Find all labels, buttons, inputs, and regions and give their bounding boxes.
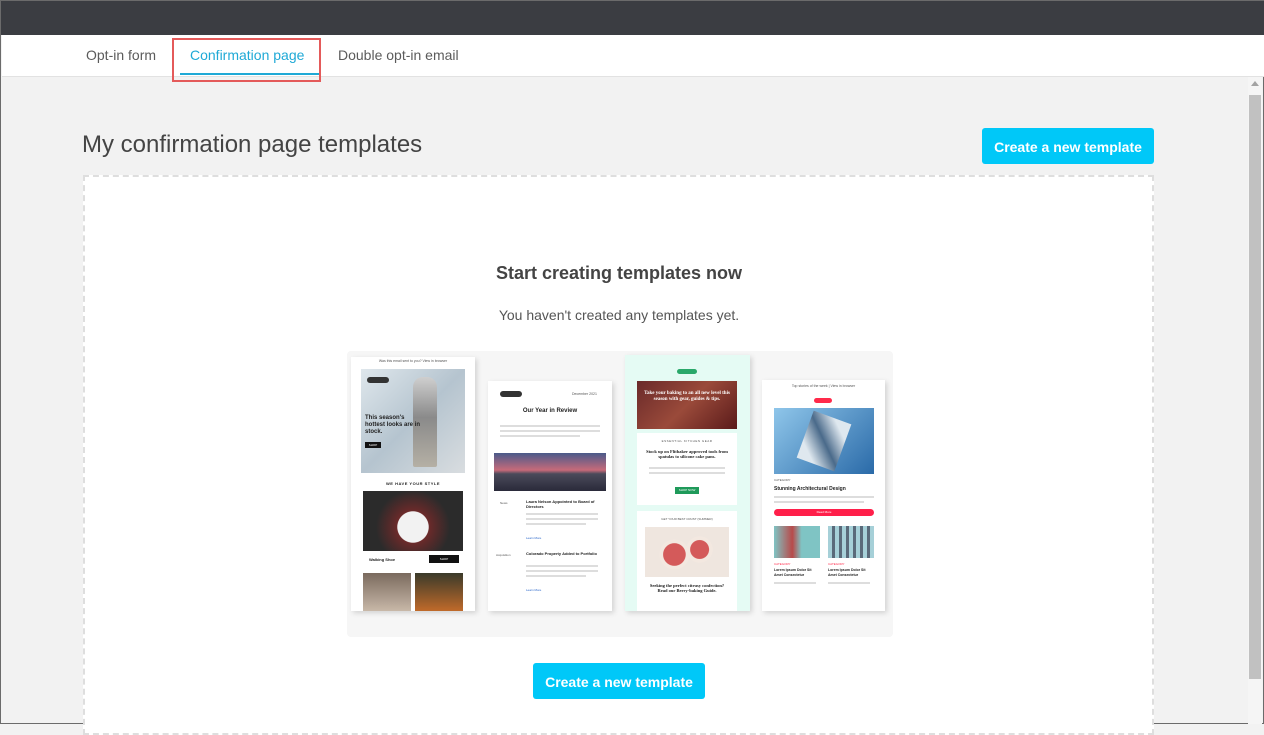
t4-top-note: Top stories of the week | View in browse… (791, 384, 856, 388)
t4-text-line (774, 501, 864, 503)
t1-product-name: Walking Shoe (369, 557, 396, 562)
t4-card1-image (774, 526, 820, 558)
app-topbar (1, 1, 1264, 35)
t4-text-line (774, 496, 874, 498)
t1-thumb-1 (363, 573, 411, 611)
tab-double-opt-in-email[interactable]: Double opt-in email (338, 35, 459, 76)
t2-item1-title: Laura Nelson Appointed to Board of Direc… (526, 499, 595, 509)
t2-logo-pill (500, 391, 522, 397)
active-tab-indicator (180, 73, 320, 75)
t2-mountain-image (494, 453, 606, 491)
create-template-button-bottom[interactable]: Create a new template (533, 663, 705, 699)
t3-heading: Stock up on Flitbaker approved tools fro… (646, 449, 728, 459)
t1-section-heading: WE HAVE YOUR STYLE (386, 481, 440, 486)
t1-hero-button: SHOP (365, 442, 381, 448)
t3-kicker-2: GET YOUR BEST CRUST (SUMMER) (661, 517, 713, 521)
t2-link-1: Learn More (526, 536, 542, 540)
t2-text-line (500, 435, 580, 437)
t3-article-card-2: GET YOUR BEST CRUST (SUMMER) Seeking the… (637, 511, 737, 611)
t3-hero-text: Take your baking to an all new level thi… (644, 391, 730, 402)
t4-title: Stunning Architectural Design (774, 486, 846, 492)
t3-hero-image: Take your baking to an all new level thi… (637, 381, 737, 429)
t2-title: Our Year in Review (522, 408, 578, 414)
t4-card1-title: Lorem Ipsum Dolor Sit Amet Consectetur (774, 568, 812, 577)
t2-text-line (526, 570, 598, 572)
t2-text-line (526, 513, 598, 515)
template-preview-architecture: Top stories of the week | View in browse… (762, 380, 885, 611)
t4-text-line (774, 582, 816, 584)
t2-item1-label: News (500, 501, 508, 505)
t3-text-line (649, 467, 725, 469)
scrollbar-thumb[interactable] (1249, 95, 1261, 679)
t2-item2-title: Colorado Property Added to Portfolio (526, 551, 597, 556)
t4-category: CATEGORY (774, 478, 791, 482)
t1-thumb-2 (415, 573, 463, 611)
t1-hero-image: This season's hottest looks are in stock… (361, 369, 465, 473)
tab-opt-in-form[interactable]: Opt-in form (86, 35, 156, 76)
t3-kicker: ESSENTIAL KITCHEN GEAR (661, 439, 713, 443)
template-preview-fashion: Was this email sent to you? View in brow… (351, 357, 475, 611)
t3-heading-2: Seeking the perfect citrusy confection? … (649, 583, 725, 593)
t3-article-card: ESSENTIAL KITCHEN GEAR Stock up on Flitb… (637, 433, 737, 505)
template-preview-year-review: December 2021 Our Year in Review News La… (488, 381, 612, 611)
t1-hero-text: This season's hottest looks are in stock… (365, 415, 421, 435)
page-title: My confirmation page templates (82, 131, 423, 158)
vertical-scrollbar[interactable] (1248, 77, 1262, 724)
t2-text-line (526, 523, 586, 525)
t2-text-line (500, 430, 600, 432)
empty-state-card: Start creating templates now You haven't… (83, 175, 1154, 735)
t4-logo-pill (814, 398, 832, 403)
t4-card2-title: Lorem Ipsum Dolor Sit Amet Consectetur (828, 568, 866, 577)
t3-pie-image (645, 527, 729, 577)
tab-confirmation-page[interactable]: Confirmation page (190, 35, 304, 76)
t2-text-line (526, 518, 598, 520)
t2-text-line (500, 425, 600, 427)
t1-shoe-image (363, 491, 463, 551)
t2-link-2: Learn More (526, 588, 542, 592)
t1-top-note: Was this email sent to you? View in brow… (378, 359, 448, 363)
tab-bar: Opt-in form Confirmation page Double opt… (2, 35, 1264, 77)
t4-card2-image (828, 526, 874, 558)
t1-logo-pill (367, 377, 389, 383)
empty-state-title: Start creating templates now (495, 263, 743, 283)
t4-read-more-button: Read More (774, 509, 874, 516)
t3-text-line (649, 472, 725, 474)
t1-product-button: SHOP (429, 555, 459, 563)
templates-preview-image: Was this email sent to you? View in brow… (347, 351, 893, 637)
t2-item2-label: Acquisition (496, 553, 511, 557)
template-preview-baking: Take your baking to an all new level thi… (625, 355, 750, 611)
create-template-button-top[interactable]: Create a new template (982, 128, 1154, 164)
t2-date: December 2021 (572, 392, 597, 396)
empty-state-subtitle: You haven't created any templates yet. (498, 307, 740, 323)
t4-building (796, 410, 852, 472)
t4-card1-category: CATEGORY (774, 562, 791, 566)
t4-card2-category: CATEGORY (828, 562, 845, 566)
scroll-up-arrow-icon[interactable] (1251, 81, 1259, 86)
t2-text-line (526, 565, 598, 567)
t2-text-line (526, 575, 586, 577)
t3-logo-pill (677, 369, 697, 374)
t4-text-line (828, 582, 870, 584)
t3-shop-button: SHOP NOW (675, 487, 699, 494)
t4-hero-image (774, 408, 874, 474)
